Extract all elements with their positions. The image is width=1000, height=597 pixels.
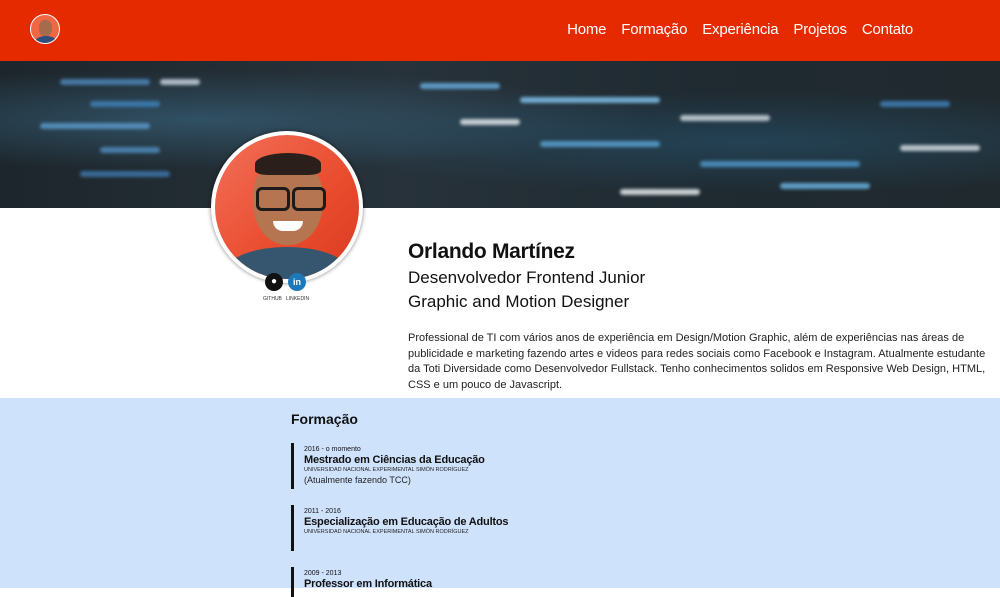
- nav-formacao[interactable]: Formação: [621, 21, 687, 38]
- banner-code-line: [60, 79, 150, 85]
- logo-face: [39, 20, 52, 36]
- education-note: (Atualmente fazendo TCC): [304, 475, 411, 485]
- nav-contato[interactable]: Contato: [862, 21, 913, 38]
- nav-experiencia[interactable]: Experiência: [702, 21, 778, 38]
- banner-code-line: [40, 123, 150, 129]
- banner-code-line: [100, 147, 160, 153]
- education-item: 2009 - 2013 Professor em Informática: [291, 567, 691, 597]
- top-navbar: Home Formação Experiência Projetos Conta…: [0, 0, 1000, 61]
- linkedin-icon[interactable]: in: [288, 273, 306, 291]
- banner-code-line: [680, 115, 770, 121]
- education-item: 2016 - o momento Mestrado em Ciências da…: [291, 443, 691, 489]
- photo-hair: [255, 153, 321, 175]
- banner-code-line: [540, 141, 660, 147]
- education-school: UNIVERSIDAD NACIONAL EXPERIMENTAL SIMÓN …: [304, 467, 469, 473]
- social-links: ● in GITHUB LINKEDIN: [262, 273, 312, 313]
- education-title: Formação: [291, 411, 358, 427]
- banner-code-line: [160, 79, 200, 85]
- education-date: 2016 - o momento: [304, 446, 361, 453]
- education-school: UNIVERSIDAD NACIONAL EXPERIMENTAL SIMÓN …: [304, 529, 469, 535]
- banner-code-line: [880, 101, 950, 107]
- banner-code-line: [700, 161, 860, 167]
- profile-role-designer: Graphic and Motion Designer: [408, 292, 630, 311]
- linkedin-label[interactable]: LINKEDIN: [286, 296, 309, 302]
- banner-code-line: [900, 145, 980, 151]
- photo-glasses-left: [256, 187, 290, 211]
- education-date: 2011 - 2016: [304, 508, 341, 515]
- banner-code-line: [620, 189, 700, 195]
- github-label[interactable]: GITHUB: [263, 296, 282, 302]
- github-icon[interactable]: ●: [265, 273, 283, 291]
- education-degree: Mestrado em Ciências da Educação: [304, 454, 485, 466]
- logo-shirt: [35, 36, 57, 43]
- banner-code-line: [520, 97, 660, 103]
- education-date: 2009 - 2013: [304, 570, 342, 577]
- banner-code-line: [460, 119, 520, 125]
- profile-name: Orlando Martínez: [408, 240, 575, 263]
- nav-projetos[interactable]: Projetos: [793, 21, 847, 38]
- education-section: Formação 2016 - o momento Mestrado em Ci…: [0, 398, 1000, 597]
- profile-bio: Professional de TI com vários anos de ex…: [408, 332, 986, 391]
- education-item: 2011 - 2016 Especialização em Educação d…: [291, 505, 691, 551]
- education-degree: Especialização em Educação de Adultos: [304, 516, 509, 528]
- education-degree: Professor em Informática: [304, 578, 432, 590]
- photo-glasses-right: [292, 187, 326, 211]
- profile-role-frontend: Desenvolvedor Frontend Junior: [408, 268, 646, 287]
- hero-banner: [0, 61, 1000, 208]
- banner-code-line: [90, 101, 160, 107]
- profile-photo: [211, 131, 363, 283]
- main-nav: Home Formação Experiência Projetos Conta…: [567, 21, 913, 38]
- logo-avatar[interactable]: [30, 14, 60, 44]
- banner-code-line: [420, 83, 500, 89]
- profile-photo-image: [215, 135, 359, 279]
- nav-home[interactable]: Home: [567, 21, 606, 38]
- banner-code-line: [80, 171, 170, 177]
- banner-code-line: [780, 183, 870, 189]
